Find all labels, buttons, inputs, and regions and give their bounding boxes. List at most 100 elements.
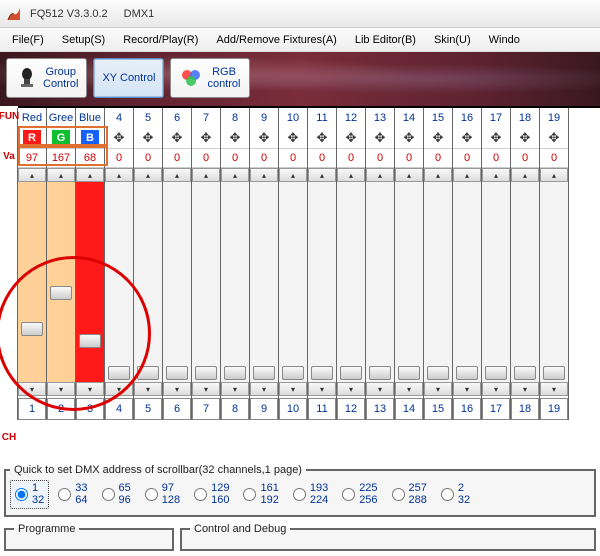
- dmx-range-radio[interactable]: [102, 488, 115, 501]
- spin-down-button[interactable]: ▾: [308, 382, 336, 396]
- rgb-control-button[interactable]: RGB control: [170, 58, 249, 98]
- slider-thumb[interactable]: [253, 366, 275, 380]
- spin-up-button[interactable]: ▴: [18, 168, 46, 182]
- slider-thumb[interactable]: [224, 366, 246, 380]
- slider-thumb[interactable]: [79, 334, 101, 348]
- spin-up-button[interactable]: ▴: [511, 168, 539, 182]
- dmx-range-radio[interactable]: [293, 488, 306, 501]
- spin-up-button[interactable]: ▴: [134, 168, 162, 182]
- dmx-range-radio[interactable]: [194, 488, 207, 501]
- spin-up-button[interactable]: ▴: [395, 168, 423, 182]
- dmx-range-radio[interactable]: [441, 488, 454, 501]
- dmx-range-radio[interactable]: [145, 488, 158, 501]
- spin-up-button[interactable]: ▴: [76, 168, 104, 182]
- spin-down-button[interactable]: ▾: [18, 382, 46, 396]
- channel-number[interactable]: 6: [163, 398, 191, 420]
- spin-up-button[interactable]: ▴: [308, 168, 336, 182]
- spin-up-button[interactable]: ▴: [279, 168, 307, 182]
- slider-track[interactable]: [134, 182, 162, 382]
- spin-down-button[interactable]: ▾: [192, 382, 220, 396]
- channel-number[interactable]: 15: [424, 398, 452, 420]
- menu-skin[interactable]: Skin(U): [426, 31, 479, 49]
- spin-down-button[interactable]: ▾: [76, 382, 104, 396]
- dmx-range-option[interactable]: 97128: [140, 480, 185, 509]
- spin-down-button[interactable]: ▾: [250, 382, 278, 396]
- channel-number[interactable]: 8: [221, 398, 249, 420]
- channel-number[interactable]: 16: [453, 398, 481, 420]
- slider-thumb[interactable]: [166, 366, 188, 380]
- slider-track[interactable]: [76, 182, 104, 382]
- slider-thumb[interactable]: [340, 366, 362, 380]
- xy-control-button[interactable]: XY Control: [93, 58, 164, 98]
- dmx-range-option[interactable]: 3364: [53, 480, 92, 509]
- dmx-range-radio[interactable]: [392, 488, 405, 501]
- spin-down-button[interactable]: ▾: [424, 382, 452, 396]
- spin-up-button[interactable]: ▴: [163, 168, 191, 182]
- channel-number[interactable]: 2: [47, 398, 75, 420]
- spin-up-button[interactable]: ▴: [424, 168, 452, 182]
- slider-thumb[interactable]: [398, 366, 420, 380]
- channel-number[interactable]: 17: [482, 398, 510, 420]
- spin-up-button[interactable]: ▴: [366, 168, 394, 182]
- dmx-range-option[interactable]: 6596: [97, 480, 136, 509]
- spin-down-button[interactable]: ▾: [47, 382, 75, 396]
- spin-down-button[interactable]: ▾: [511, 382, 539, 396]
- dmx-range-option[interactable]: 129160: [189, 480, 234, 509]
- slider-thumb[interactable]: [485, 366, 507, 380]
- slider-track[interactable]: [482, 182, 510, 382]
- slider-thumb[interactable]: [427, 366, 449, 380]
- spin-up-button[interactable]: ▴: [482, 168, 510, 182]
- slider-thumb[interactable]: [369, 366, 391, 380]
- slider-thumb[interactable]: [137, 366, 159, 380]
- slider-thumb[interactable]: [543, 366, 565, 380]
- spin-up-button[interactable]: ▴: [192, 168, 220, 182]
- menu-file[interactable]: File(F): [4, 31, 52, 49]
- spin-up-button[interactable]: ▴: [453, 168, 481, 182]
- channel-number[interactable]: 5: [134, 398, 162, 420]
- dmx-range-option[interactable]: 161192: [238, 480, 283, 509]
- slider-track[interactable]: [250, 182, 278, 382]
- channel-number[interactable]: 19: [540, 398, 568, 420]
- channel-number[interactable]: 14: [395, 398, 423, 420]
- channel-number[interactable]: 12: [337, 398, 365, 420]
- menu-setup[interactable]: Setup(S): [54, 31, 113, 49]
- dmx-range-radio[interactable]: [15, 488, 28, 501]
- slider-track[interactable]: [163, 182, 191, 382]
- menu-lib-editor[interactable]: Lib Editor(B): [347, 31, 424, 49]
- slider-track[interactable]: [540, 182, 568, 382]
- slider-track[interactable]: [192, 182, 220, 382]
- spin-up-button[interactable]: ▴: [221, 168, 249, 182]
- slider-track[interactable]: [279, 182, 307, 382]
- dmx-range-radio[interactable]: [58, 488, 71, 501]
- channel-number[interactable]: 4: [105, 398, 133, 420]
- slider-track[interactable]: [308, 182, 336, 382]
- slider-track[interactable]: [221, 182, 249, 382]
- slider-track[interactable]: [18, 182, 46, 382]
- slider-track[interactable]: [511, 182, 539, 382]
- channel-number[interactable]: 1: [18, 398, 46, 420]
- spin-up-button[interactable]: ▴: [105, 168, 133, 182]
- slider-track[interactable]: [337, 182, 365, 382]
- slider-thumb[interactable]: [282, 366, 304, 380]
- slider-thumb[interactable]: [311, 366, 333, 380]
- spin-up-button[interactable]: ▴: [250, 168, 278, 182]
- slider-thumb[interactable]: [108, 366, 130, 380]
- menu-record-play[interactable]: Record/Play(R): [115, 31, 206, 49]
- spin-down-button[interactable]: ▾: [279, 382, 307, 396]
- spin-down-button[interactable]: ▾: [163, 382, 191, 396]
- channel-number[interactable]: 18: [511, 398, 539, 420]
- slider-thumb[interactable]: [195, 366, 217, 380]
- spin-up-button[interactable]: ▴: [540, 168, 568, 182]
- channel-number[interactable]: 10: [279, 398, 307, 420]
- channel-number[interactable]: 13: [366, 398, 394, 420]
- menu-window[interactable]: Windo: [481, 31, 528, 49]
- channel-number[interactable]: 9: [250, 398, 278, 420]
- dmx-range-option[interactable]: 193224: [288, 480, 333, 509]
- spin-down-button[interactable]: ▾: [540, 382, 568, 396]
- slider-track[interactable]: [395, 182, 423, 382]
- slider-track[interactable]: [366, 182, 394, 382]
- spin-down-button[interactable]: ▾: [482, 382, 510, 396]
- slider-thumb[interactable]: [456, 366, 478, 380]
- slider-track[interactable]: [424, 182, 452, 382]
- spin-down-button[interactable]: ▾: [134, 382, 162, 396]
